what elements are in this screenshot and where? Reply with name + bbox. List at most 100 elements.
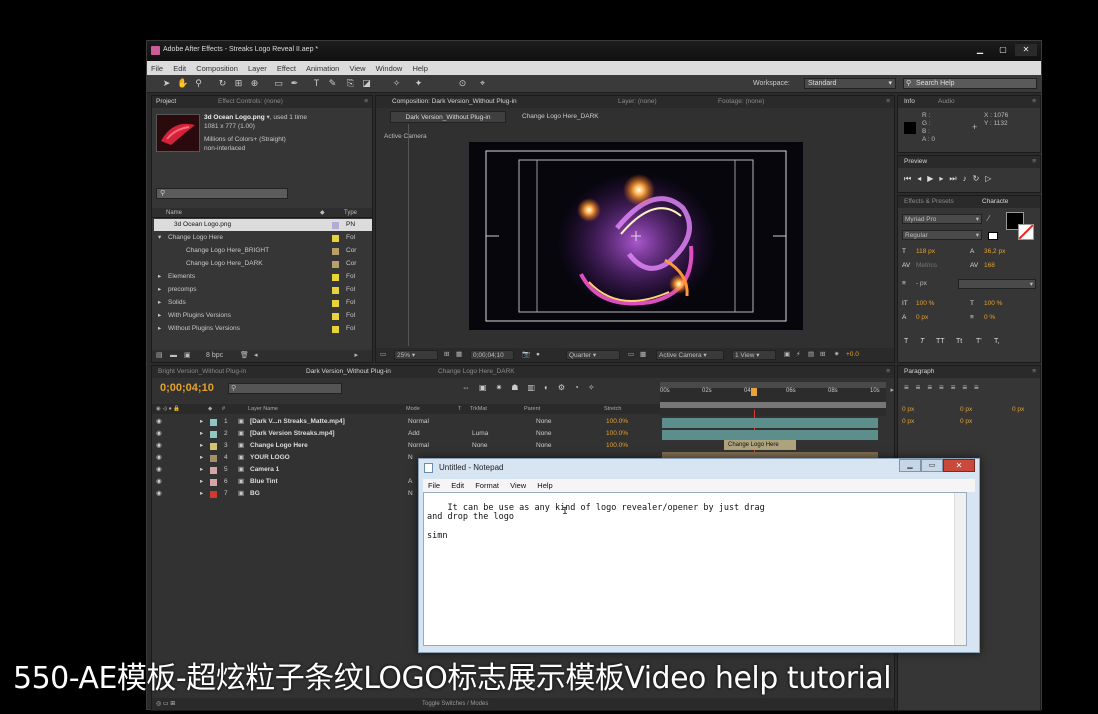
brush-tool-icon[interactable]: ✎	[327, 78, 338, 89]
selection-tool-icon[interactable]: ➤	[161, 78, 172, 89]
notepad-maximize-button[interactable]: ▭	[921, 459, 943, 472]
menu-help[interactable]: Help	[408, 61, 431, 73]
workspace-select[interactable]: Standard ▾	[804, 78, 896, 89]
motion-blur-icon[interactable]: ◐	[544, 383, 558, 392]
auto-keyframe-icon[interactable]: ✧	[588, 383, 604, 392]
timeline-icon[interactable]: ▤	[808, 348, 814, 362]
scroll-left-icon[interactable]: ◂	[254, 350, 258, 362]
notepad-close-button[interactable]: ✕	[943, 459, 975, 472]
interpret-footage-icon[interactable]: ▤	[156, 350, 163, 362]
justify-left-icon[interactable]: ≡	[939, 383, 951, 392]
menu-view[interactable]: View	[345, 61, 369, 73]
justify-all-icon[interactable]: ≡	[974, 383, 986, 392]
layer-parent[interactable]: None	[536, 428, 552, 440]
toggle-pixel-icon[interactable]: ▣	[784, 348, 790, 362]
view-layout-select[interactable]: 1 View ▾	[732, 350, 776, 360]
next-frame-icon[interactable]: ▸	[939, 174, 949, 183]
project-item[interactable]: Change Logo Here_BRIGHT Cor	[154, 245, 372, 257]
loop-icon[interactable]: ↻	[973, 174, 986, 183]
layer-row[interactable]: ◉ ▸ 1 ▣ [Dark V...n Streaks_Matte.mp4] Normal…	[154, 416, 658, 428]
zoom-select[interactable]: 25% ▾	[394, 350, 438, 360]
menu-edit[interactable]: Edit	[169, 61, 190, 73]
pen-tool-icon[interactable]: ✒	[289, 78, 300, 89]
region-icon[interactable]: ▭	[628, 348, 634, 362]
faux-italic-button[interactable]: T	[920, 338, 924, 345]
play-icon[interactable]: ▶	[927, 174, 939, 183]
comp-nav-active[interactable]: Dark Version_Without Plug-in	[390, 111, 506, 123]
zoom-slider-icon[interactable]: ▸	[890, 386, 894, 394]
subscript-button[interactable]: T,	[994, 338, 999, 345]
tab-bright-version[interactable]: Bright Version_Without Plug-in	[158, 368, 246, 375]
menu-window[interactable]: Window	[372, 61, 407, 73]
tab-project[interactable]: Project	[156, 98, 176, 105]
stroke-style-select[interactable]: ▾	[958, 279, 1036, 289]
vertical-scale-value[interactable]: 100 %	[916, 300, 934, 307]
align-center-icon[interactable]: ≡	[916, 383, 928, 392]
eye-icon[interactable]: ◉	[156, 488, 162, 500]
camera-tool-icon[interactable]: ⊞	[233, 78, 244, 89]
footer-toggle-icons[interactable]: ◎ ▭ ⊞	[156, 698, 175, 710]
trash-icon[interactable]: 🗑	[240, 350, 249, 362]
tab-composition[interactable]: Composition: Dark Version_Without Plug-i…	[392, 98, 517, 105]
mask-tool-icon[interactable]: ▭	[273, 78, 284, 89]
tab-paragraph[interactable]: Paragraph	[904, 368, 934, 375]
pan-behind-tool-icon[interactable]: ⊕	[249, 78, 260, 89]
layer-mode[interactable]: Normal	[408, 440, 429, 452]
tab-layer[interactable]: Layer: (none)	[618, 98, 657, 105]
project-item[interactable]: 3d Ocean Logo.png PN	[154, 219, 372, 231]
col-parent[interactable]: Parent	[524, 404, 540, 414]
layer-mode[interactable]: Add	[408, 428, 420, 440]
new-comp-icon[interactable]: ▣	[184, 350, 191, 362]
indent-right-value[interactable]: 0 px	[960, 406, 972, 413]
panel-menu-icon[interactable]: ≡	[886, 98, 890, 105]
eye-icon[interactable]: ◉	[156, 440, 162, 452]
work-area-range[interactable]	[660, 402, 886, 408]
safe-zones-icon[interactable]: ⊞	[444, 348, 449, 362]
layer-mode[interactable]: N	[408, 488, 413, 500]
expand-arrow-icon[interactable]: ▸	[200, 428, 203, 440]
notepad-menu-file[interactable]: File	[423, 479, 444, 490]
tsume-value[interactable]: 0 %	[984, 314, 995, 321]
hand-tool-icon[interactable]: ✋	[177, 78, 188, 89]
layer-stretch[interactable]: 100.0%	[606, 428, 628, 440]
justify-right-icon[interactable]: ≡	[962, 383, 974, 392]
exposure-icon[interactable]: ✷	[834, 348, 839, 362]
eyedropper-icon[interactable]: ⁄	[988, 214, 989, 223]
eraser-tool-icon[interactable]: ◪	[361, 78, 372, 89]
local-axis-icon[interactable]: ⊙	[457, 78, 468, 89]
layer-bar-1[interactable]	[662, 418, 878, 428]
resolution-select[interactable]: Quarter ▾	[566, 350, 620, 360]
font-family-select[interactable]: Myriad Pro ▾	[902, 214, 982, 224]
tag-icon[interactable]: ◆	[320, 208, 325, 218]
col-layer-name[interactable]: Layer Name	[248, 404, 278, 414]
draft-3d-icon[interactable]: ✷	[496, 383, 512, 392]
space-before-value[interactable]: 0 px	[902, 418, 914, 425]
ram-preview-icon[interactable]: ▷	[985, 174, 997, 183]
swap-swatch-icon[interactable]	[988, 232, 998, 240]
zoom-tool-icon[interactable]: ⚲	[193, 78, 204, 89]
tracking-value[interactable]: 168	[984, 262, 995, 269]
scroll-right-icon[interactable]: ▸	[354, 350, 358, 362]
layer-stretch[interactable]: 100.0%	[606, 440, 628, 452]
tab-effect-controls[interactable]: Effect Controls: (none)	[218, 98, 283, 105]
tab-info[interactable]: Info	[904, 98, 915, 105]
tab-dark-version[interactable]: Dark Version_Without Plug-in	[306, 368, 391, 375]
project-item[interactable]: Change Logo Here_DARK Cor	[154, 258, 372, 270]
panel-menu-icon[interactable]: ≡	[364, 98, 368, 105]
always-preview-icon[interactable]: ▭	[380, 348, 386, 362]
layer-mode[interactable]: Normal	[408, 416, 429, 428]
col-type[interactable]: Type	[344, 208, 357, 218]
timeline-search-input[interactable]: ⚲	[228, 383, 342, 394]
timeline-timecode[interactable]: 0;00;04;10	[160, 382, 214, 394]
project-item[interactable]: ▸ Solids Fol	[154, 297, 372, 309]
align-left-icon[interactable]: ≡	[904, 383, 916, 392]
close-button[interactable]: ✕	[1015, 44, 1037, 56]
project-item[interactable]: ▾ Change Logo Here Fol	[154, 232, 372, 244]
project-item[interactable]: ▸ precomps Fol	[154, 284, 372, 296]
layer-bar-2[interactable]	[662, 430, 878, 440]
all-caps-button[interactable]: TT	[936, 338, 945, 345]
eye-icon[interactable]: ◉	[156, 464, 162, 476]
eye-icon[interactable]: ◉	[156, 476, 162, 488]
clone-tool-icon[interactable]: ⎘	[345, 78, 356, 89]
transparency-grid-icon[interactable]: ▩	[640, 348, 646, 362]
